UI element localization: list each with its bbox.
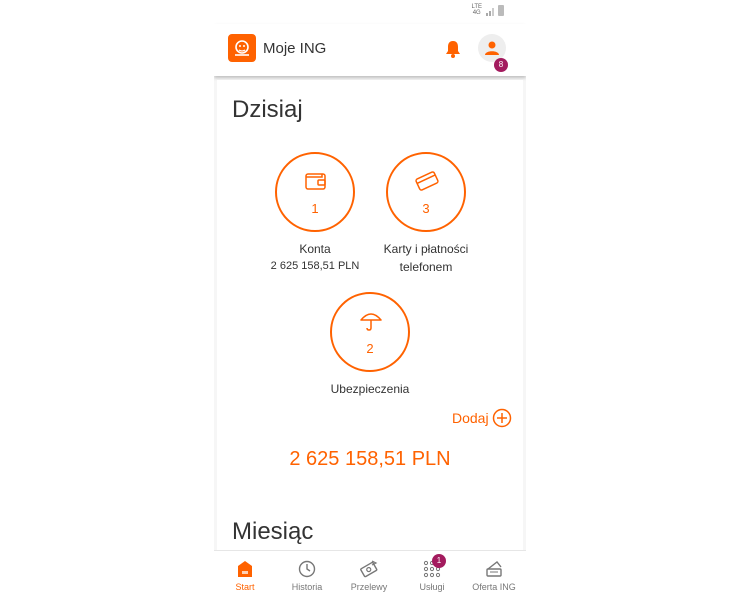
bell-icon[interactable] (444, 39, 462, 59)
tile-accounts-label: Konta (299, 242, 331, 256)
nav-item-historia[interactable]: Historia (276, 551, 338, 600)
bottom-nav: Start Historia Przelewy Usługi Oferta IN… (214, 550, 526, 600)
network-subtype: 4G (472, 10, 481, 16)
tile-insurance-count: 2 (366, 341, 374, 356)
nav-item-przelewy-label: Przelewy (350, 582, 388, 592)
tile-accounts-amount: 2 625 158,51 PLN (270, 260, 360, 272)
wallet-icon (305, 173, 326, 190)
tile-cards-count: 3 (422, 201, 430, 216)
app-title: Moje ING (263, 40, 327, 57)
profile-badge: 8 (494, 58, 508, 72)
tile-accounts-count: 1 (311, 201, 319, 216)
nav-item-oferta[interactable]: Oferta ING (463, 551, 525, 600)
card-icon (415, 171, 439, 191)
person-icon (485, 41, 499, 55)
plus-circle-icon (492, 408, 512, 428)
add-button-label: Dodaj (452, 410, 489, 426)
clock-icon (298, 560, 316, 578)
ing-logo (228, 34, 256, 62)
section-title-today: Dzisiaj (232, 96, 303, 123)
umbrella-icon (360, 313, 382, 331)
tile-accounts-circle[interactable]: 1 (275, 152, 355, 232)
nav-item-przelewy[interactable]: Przelewy (338, 551, 400, 600)
tile-insurance-circle[interactable]: 2 (330, 292, 410, 372)
main-content: Dzisiaj 1 Konta 2 625 158,51 PLN 3 Karty… (217, 80, 523, 550)
battery-icon (498, 5, 504, 16)
phone-screen: LTE 4G Moje ING 8 Dzisiaj 1 Konta 2 625 … (214, 0, 526, 600)
tile-cards-label-line2: telefonem (399, 260, 453, 274)
transfer-icon (360, 560, 378, 578)
lion-icon (235, 40, 249, 56)
nav-item-oferta-label: Oferta ING (472, 582, 516, 592)
status-bar: LTE 4G (214, 0, 526, 24)
nav-item-start[interactable]: Start (214, 551, 276, 600)
network-indicator: LTE 4G (471, 4, 482, 16)
nav-item-historia-label: Historia (291, 582, 323, 592)
tile-accounts[interactable]: 1 Konta 2 625 158,51 PLN (260, 152, 370, 273)
uslugi-badge: 1 (432, 554, 446, 568)
app-header: Moje ING 8 (214, 24, 526, 76)
tile-cards[interactable]: 3 Karty i płatności telefonem (371, 152, 481, 276)
signal-icon (486, 8, 494, 16)
tile-insurance-label: Ubezpieczenia (330, 382, 410, 396)
tile-cards-label: Karty i płatności telefonem (371, 240, 481, 276)
tile-cards-label-line1: Karty i płatności (383, 242, 469, 256)
nav-item-uslugi-label: Usługi (419, 582, 445, 592)
tile-cards-circle[interactable]: 3 (386, 152, 466, 232)
offer-icon (486, 561, 502, 577)
total-balance: 2 625 158,51 PLN (289, 448, 451, 470)
nav-item-start-label: Start (235, 582, 255, 592)
home-icon (238, 561, 252, 577)
tile-insurance[interactable]: 2 Ubezpieczenia (315, 292, 425, 398)
section-title-month: Miesiąc (232, 518, 314, 545)
